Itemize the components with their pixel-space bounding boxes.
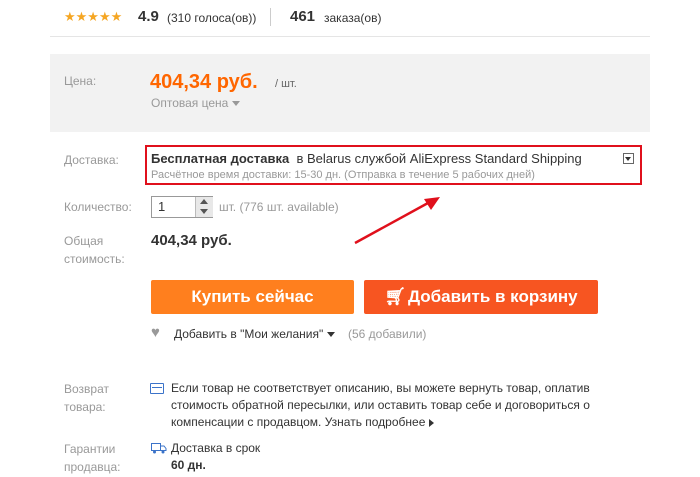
arrow-annotation (354, 197, 440, 245)
